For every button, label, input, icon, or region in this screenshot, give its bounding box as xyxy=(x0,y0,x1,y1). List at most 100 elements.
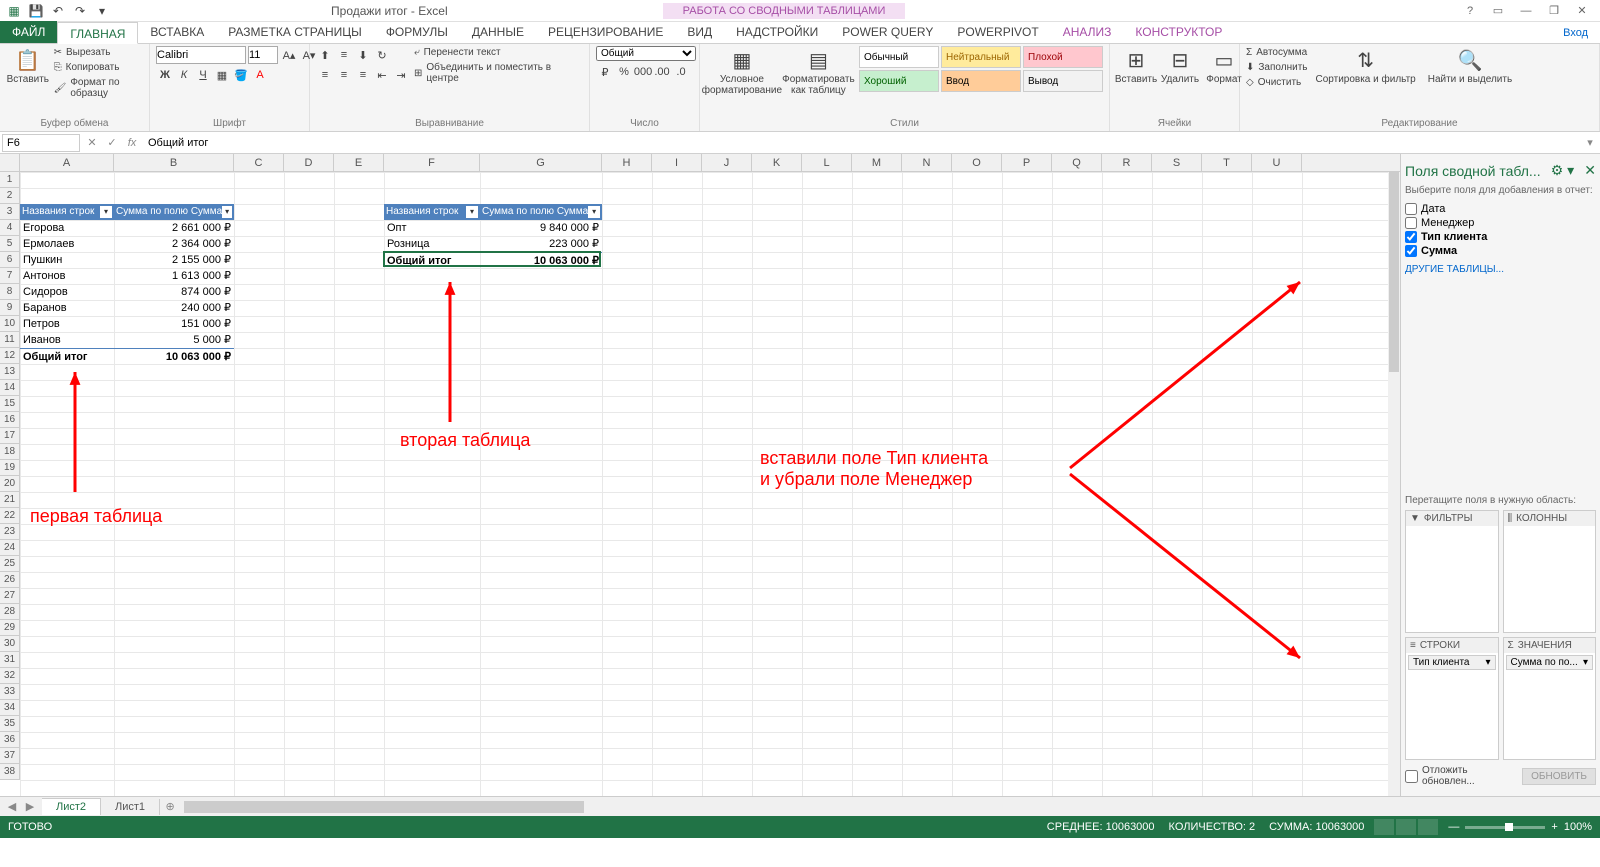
orientation-icon[interactable]: ↻ xyxy=(373,46,391,64)
col-header[interactable]: A xyxy=(20,154,114,171)
tab-powerpivot[interactable]: POWERPIVOT xyxy=(945,21,1050,43)
row-header[interactable]: 38 xyxy=(0,764,19,780)
column-headers[interactable]: ABCDEFGHIJKLMNOPQRSTU xyxy=(20,154,1400,172)
row-header[interactable]: 12 xyxy=(0,348,19,364)
cell[interactable]: Розница xyxy=(384,236,480,252)
vertical-scrollbar[interactable] xyxy=(1388,172,1400,796)
tab-design[interactable]: КОНСТРУКТОР xyxy=(1123,21,1234,43)
indent-dec-icon[interactable]: ⇤ xyxy=(373,66,391,84)
currency-icon[interactable]: ₽ xyxy=(596,63,614,81)
cell[interactable]: 2 364 000 ₽ xyxy=(114,236,234,252)
row-header[interactable]: 21 xyxy=(0,492,19,508)
values-item[interactable]: Сумма по по...▾ xyxy=(1506,655,1594,670)
row-header[interactable]: 19 xyxy=(0,460,19,476)
copy-button[interactable]: ⎘ Копировать xyxy=(54,61,143,74)
values-area[interactable]: Σ ЗНАЧЕНИЯ Сумма по по...▾ xyxy=(1503,637,1597,760)
percent-icon[interactable]: % xyxy=(615,63,633,81)
field-checkbox[interactable]: Менеджер xyxy=(1405,216,1596,230)
expand-formula-icon[interactable]: ▾ xyxy=(1580,133,1600,153)
format-painter-button[interactable]: 🖌 Формат по образцу xyxy=(54,76,143,100)
cell[interactable]: 223 000 ₽ xyxy=(480,236,602,252)
select-all-corner[interactable] xyxy=(0,154,20,172)
pivot-header[interactable]: Названия строк▾ xyxy=(384,204,480,220)
view-normal-icon[interactable] xyxy=(1374,819,1394,835)
tab-view[interactable]: ВИД xyxy=(675,21,724,43)
row-headers[interactable]: 1234567891011121314151617181920212223242… xyxy=(0,172,20,780)
paste-button[interactable]: 📋Вставить xyxy=(6,46,50,87)
row-header[interactable]: 27 xyxy=(0,588,19,604)
col-header[interactable]: K xyxy=(752,154,802,171)
comma-icon[interactable]: 000 xyxy=(634,63,652,81)
sheet-nav-next-icon[interactable]: ▶ xyxy=(22,799,38,815)
row-header[interactable]: 34 xyxy=(0,700,19,716)
style-output[interactable]: Вывод xyxy=(1023,70,1103,92)
login-link[interactable]: Вход xyxy=(1551,23,1600,43)
fill-button[interactable]: ⬇ Заполнить xyxy=(1246,61,1307,74)
row-header[interactable]: 32 xyxy=(0,668,19,684)
cell[interactable]: 9 840 000 ₽ xyxy=(480,220,602,236)
col-header[interactable]: U xyxy=(1252,154,1302,171)
view-break-icon[interactable] xyxy=(1418,819,1438,835)
cell-styles-gallery[interactable]: Обычный Нейтральный Плохой Хороший Ввод … xyxy=(859,46,1103,92)
col-header[interactable]: F xyxy=(384,154,480,171)
add-sheet-icon[interactable]: ⊕ xyxy=(160,800,180,813)
delete-cells-button[interactable]: ⊟Удалить xyxy=(1160,46,1200,87)
row-header[interactable]: 22 xyxy=(0,508,19,524)
row-header[interactable]: 37 xyxy=(0,748,19,764)
row-header[interactable]: 31 xyxy=(0,652,19,668)
align-right-icon[interactable]: ≡ xyxy=(354,66,372,84)
row-header[interactable]: 3 xyxy=(0,204,19,220)
minimize-icon[interactable]: — xyxy=(1516,3,1536,19)
align-center-icon[interactable]: ≡ xyxy=(335,66,353,84)
autosum-button[interactable]: Σ Автосумма xyxy=(1246,46,1307,59)
row-header[interactable]: 30 xyxy=(0,636,19,652)
fill-color-button[interactable]: 🪣 xyxy=(232,66,250,84)
cell[interactable]: 5 000 ₽ xyxy=(114,332,234,348)
row-header[interactable]: 17 xyxy=(0,428,19,444)
align-top-icon[interactable]: ⬆ xyxy=(316,46,334,64)
field-checkbox[interactable]: Дата xyxy=(1405,202,1596,216)
tab-analyze[interactable]: АНАЛИЗ xyxy=(1051,21,1124,43)
format-cells-button[interactable]: ▭Формат xyxy=(1204,46,1244,87)
row-header[interactable]: 2 xyxy=(0,188,19,204)
tab-file[interactable]: ФАЙЛ xyxy=(0,21,57,43)
increase-font-icon[interactable]: A▴ xyxy=(280,46,298,64)
view-layout-icon[interactable] xyxy=(1396,819,1416,835)
cell[interactable]: 2 661 000 ₽ xyxy=(114,220,234,236)
cell[interactable]: Антонов xyxy=(20,268,114,284)
name-box[interactable] xyxy=(2,134,80,152)
col-header[interactable]: C xyxy=(234,154,284,171)
rows-item[interactable]: Тип клиента▾ xyxy=(1408,655,1496,670)
format-as-table-button[interactable]: ▤Форматировать как таблицу xyxy=(782,46,855,98)
row-header[interactable]: 6 xyxy=(0,252,19,268)
horizontal-scrollbar[interactable] xyxy=(184,800,1596,814)
zoom-slider[interactable] xyxy=(1465,826,1545,829)
refresh-button[interactable]: ОБНОВИТЬ xyxy=(1522,768,1596,785)
cell[interactable]: Егорова xyxy=(20,220,114,236)
merge-center-button[interactable]: ⊞ Объединить и поместить в центре xyxy=(414,61,583,85)
row-header[interactable]: 35 xyxy=(0,716,19,732)
row-header[interactable]: 13 xyxy=(0,364,19,380)
filters-area[interactable]: ▼ ФИЛЬТРЫ xyxy=(1405,510,1499,633)
cell[interactable]: Общий итог xyxy=(384,252,480,268)
style-neutral[interactable]: Нейтральный xyxy=(941,46,1021,68)
cell[interactable]: Ермолаев xyxy=(20,236,114,252)
defer-checkbox[interactable]: Отложить обновлен... xyxy=(1405,764,1522,788)
formula-input[interactable] xyxy=(142,135,1580,151)
col-header[interactable]: R xyxy=(1102,154,1152,171)
fx-icon[interactable]: fx xyxy=(122,133,142,153)
cell[interactable]: 10 063 000 ₽ xyxy=(114,348,234,364)
row-header[interactable]: 24 xyxy=(0,540,19,556)
find-select-button[interactable]: 🔍Найти и выделить xyxy=(1424,46,1516,87)
col-header[interactable]: O xyxy=(952,154,1002,171)
col-header[interactable]: J xyxy=(702,154,752,171)
row-header[interactable]: 16 xyxy=(0,412,19,428)
row-header[interactable]: 15 xyxy=(0,396,19,412)
number-format-select[interactable]: Общий xyxy=(596,46,696,61)
col-header[interactable]: Q xyxy=(1052,154,1102,171)
row-header[interactable]: 26 xyxy=(0,572,19,588)
cell[interactable]: Баранов xyxy=(20,300,114,316)
bold-button[interactable]: Ж xyxy=(156,66,174,84)
row-header[interactable]: 33 xyxy=(0,684,19,700)
dec-decimal-icon[interactable]: .0 xyxy=(672,63,690,81)
